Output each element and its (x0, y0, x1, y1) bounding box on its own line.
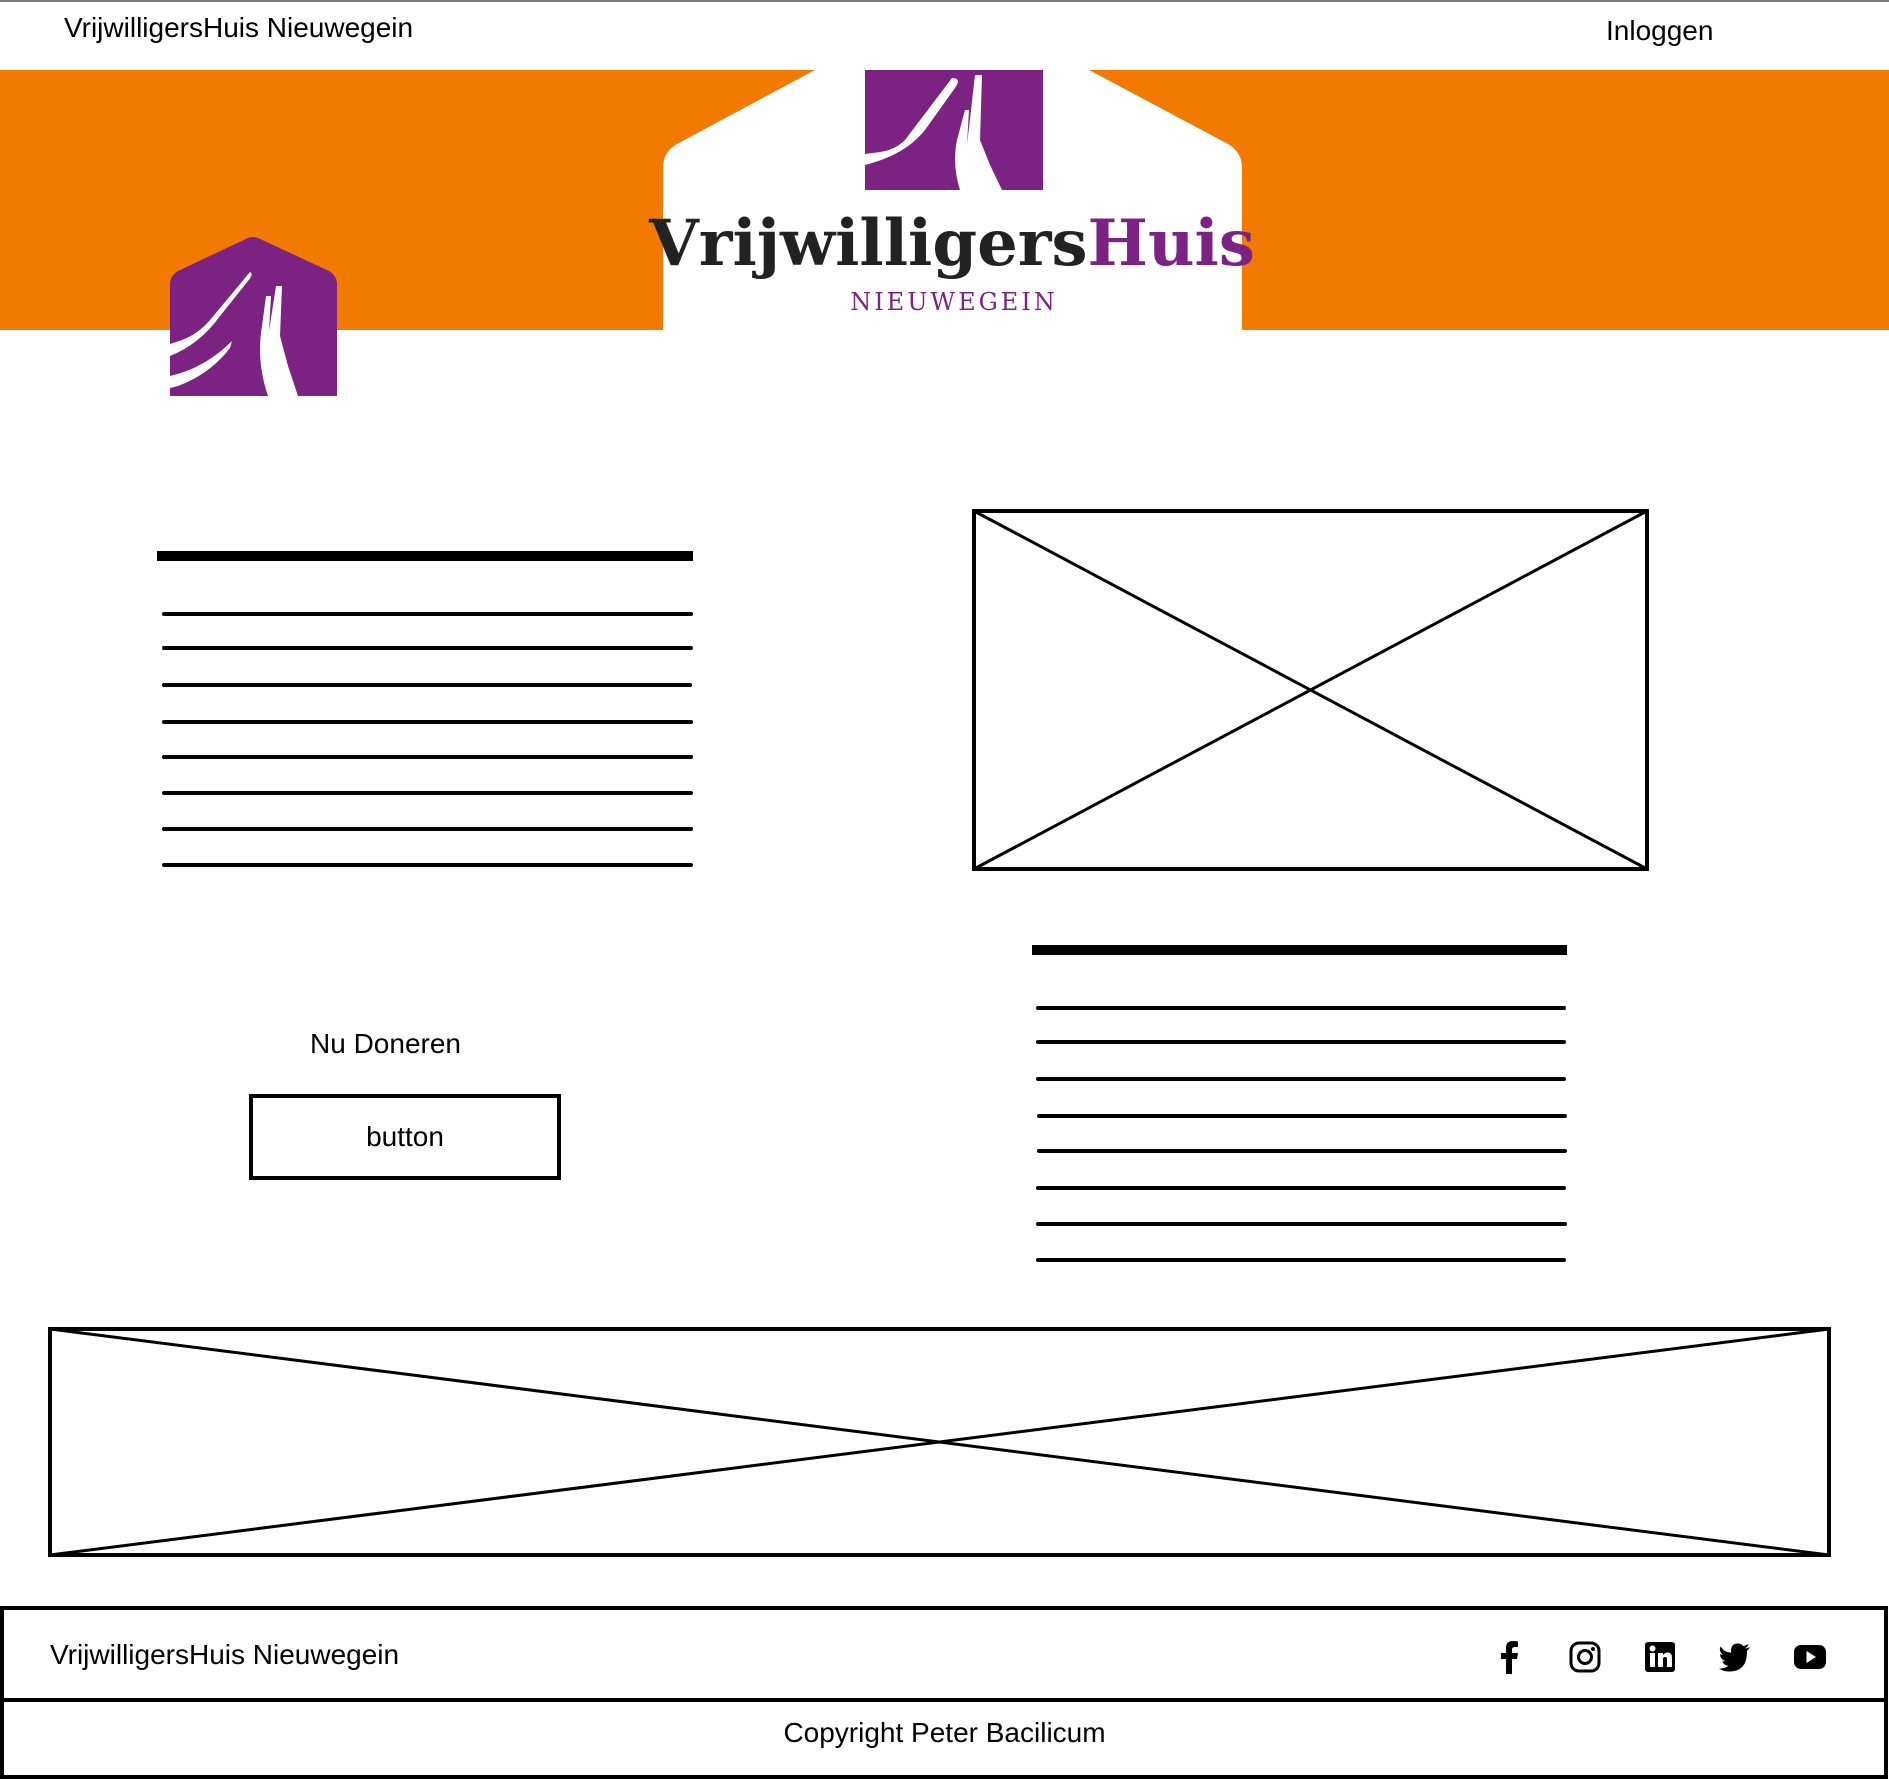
logo-wordmark-accent: Huis (1088, 206, 1255, 281)
text-line-placeholder (1036, 1186, 1566, 1190)
text-line-placeholder (162, 646, 693, 650)
house-hands-logo-icon[interactable] (170, 236, 337, 396)
facebook-icon[interactable] (1493, 1640, 1527, 1674)
text-line-placeholder (1037, 1114, 1567, 1118)
logo-subtitle: NIEUWEGEIN (850, 288, 1058, 316)
content-heading-placeholder (157, 551, 693, 561)
text-line-placeholder (162, 791, 693, 795)
text-line-placeholder (162, 755, 693, 759)
donate-button[interactable]: button (249, 1094, 561, 1180)
top-border (0, 0, 1889, 2)
instagram-icon[interactable] (1568, 1640, 1602, 1674)
text-line-placeholder (1036, 1258, 1566, 1262)
login-link[interactable]: Inloggen (1606, 15, 1713, 47)
logo-wordmark: VrijwilligersHuis (648, 206, 1255, 281)
logo-wordmark-dark: Vrijwilligers (648, 206, 1087, 281)
twitter-icon[interactable] (1718, 1640, 1752, 1674)
content-heading-placeholder (1032, 945, 1567, 955)
linkedin-icon[interactable] (1643, 1640, 1677, 1674)
text-line-placeholder (1037, 1149, 1567, 1153)
text-line-placeholder (162, 720, 693, 724)
text-line-placeholder (162, 683, 692, 687)
text-line-placeholder (162, 863, 693, 867)
text-line-placeholder (1036, 1006, 1566, 1010)
donate-label: Nu Doneren (310, 1028, 461, 1059)
hands-logo-icon (865, 70, 1043, 190)
footer-site-name[interactable]: VrijwilligersHuis Nieuwegein (50, 1639, 399, 1671)
text-line-placeholder (1036, 1222, 1567, 1226)
text-line-placeholder (162, 612, 693, 616)
image-placeholder (972, 509, 1649, 871)
wide-image-placeholder (48, 1327, 1831, 1557)
text-line-placeholder (1036, 1040, 1566, 1044)
copyright-text: Copyright Peter Bacilicum (783, 1717, 1106, 1748)
text-line-placeholder (162, 827, 693, 831)
youtube-icon[interactable] (1793, 1640, 1827, 1674)
text-line-placeholder (1036, 1077, 1566, 1081)
site-title[interactable]: VrijwilligersHuis Nieuwegein (64, 12, 413, 44)
